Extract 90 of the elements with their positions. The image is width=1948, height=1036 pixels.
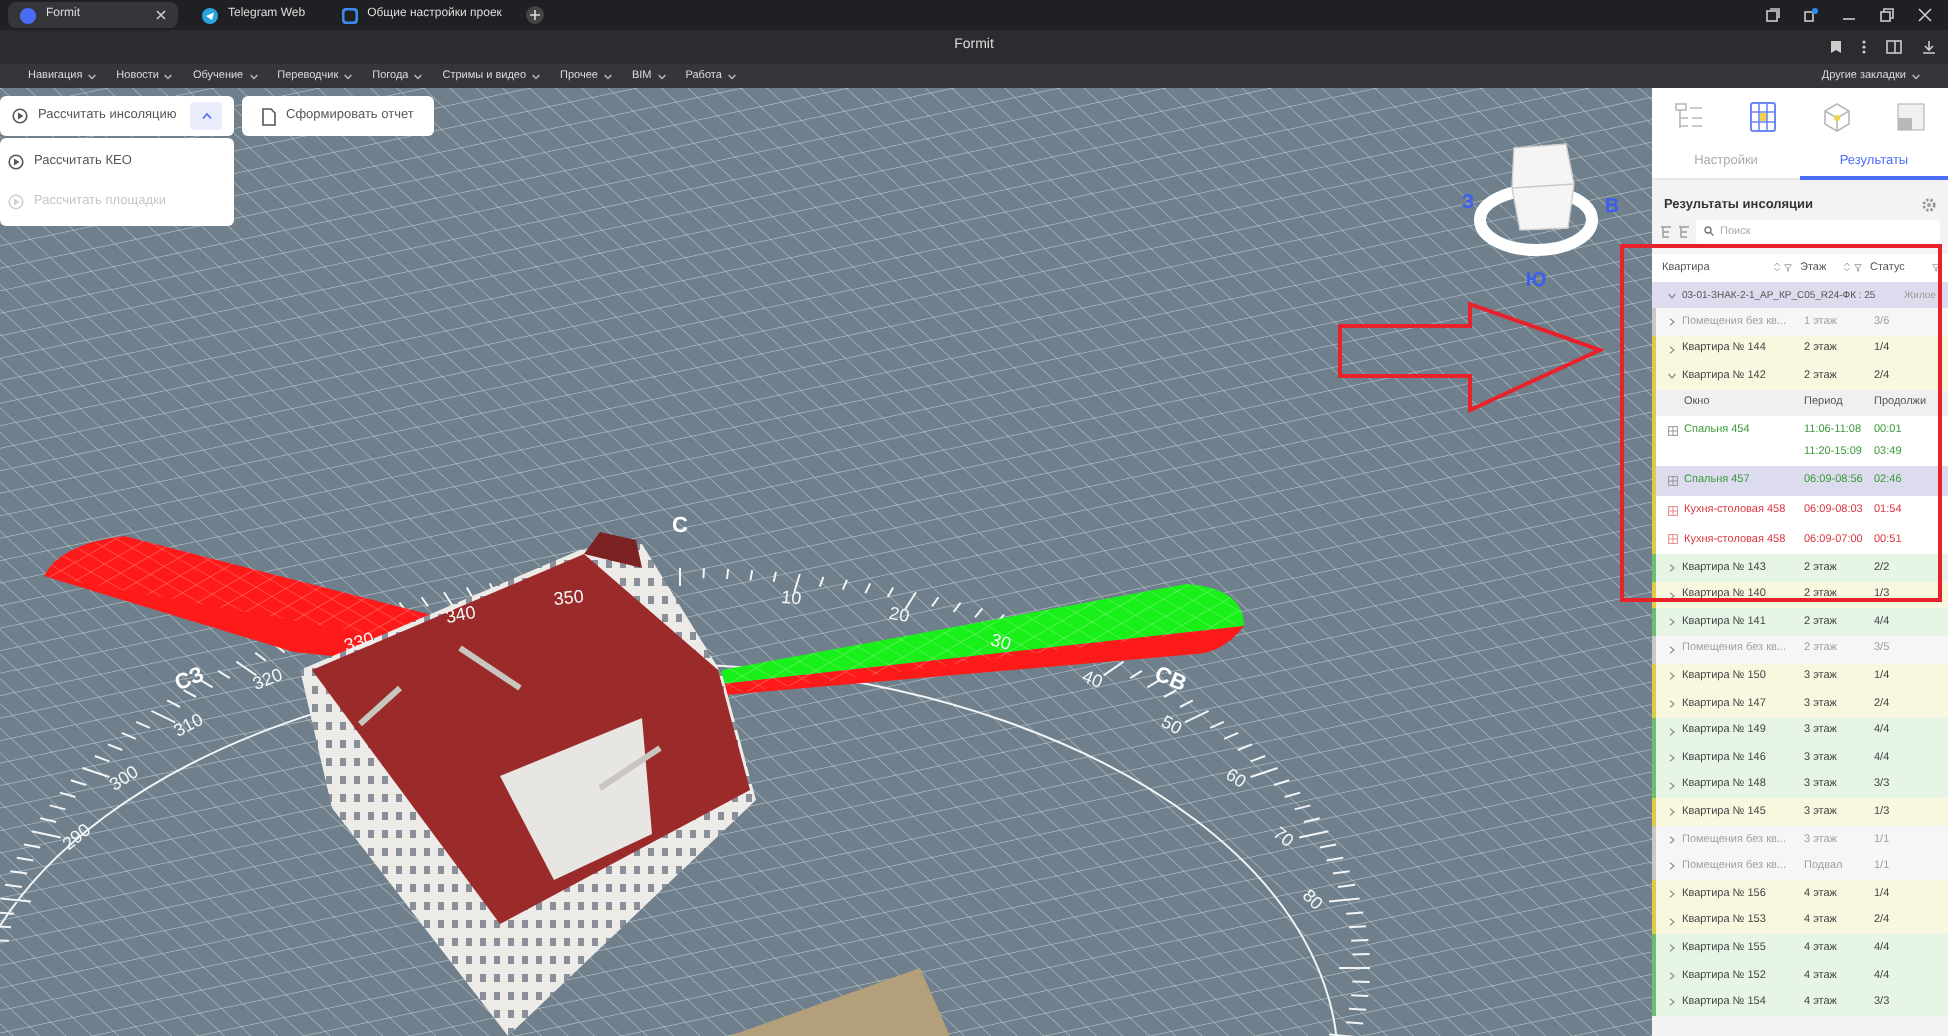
compass-label: 320: [249, 664, 286, 694]
compass-label: 310: [170, 709, 207, 741]
chevron-down-icon[interactable]: [1668, 291, 1676, 300]
compass-label: 10: [780, 586, 803, 609]
chevron-right-icon[interactable]: [1668, 862, 1676, 871]
panel-mode-button[interactable]: [1822, 102, 1852, 132]
chevron-right-icon[interactable]: [1668, 345, 1676, 354]
chevron-right-icon[interactable]: [1668, 618, 1676, 627]
direction-label: СВ: [1151, 662, 1190, 697]
direction-label: СЗ: [171, 662, 208, 697]
chevron-right-icon[interactable]: [1668, 699, 1676, 708]
close-icon[interactable]: [1918, 8, 1932, 22]
chevron-right-icon[interactable]: [1668, 808, 1676, 817]
search-icon: [1704, 226, 1714, 237]
compass-label: 80: [1298, 885, 1327, 914]
filter-icon[interactable]: [1932, 263, 1940, 272]
chevron-right-icon[interactable]: [1668, 591, 1676, 600]
layout-icon: [1896, 102, 1926, 132]
compass-label: 350: [552, 586, 585, 609]
chevron-right-icon[interactable]: [1668, 781, 1676, 790]
chevron-down-icon[interactable]: [1668, 372, 1676, 381]
chevron-right-icon[interactable]: [1668, 563, 1676, 572]
collapse-all-icon[interactable]: [1678, 225, 1690, 238]
chevron-right-icon[interactable]: [1668, 971, 1676, 980]
window-icon: [1668, 534, 1678, 545]
window-icon: [1668, 505, 1678, 516]
chevron-right-icon[interactable]: [1668, 318, 1676, 327]
caret-icon: [249, 73, 258, 79]
close-icon[interactable]: [156, 10, 166, 20]
filter-icon[interactable]: [1854, 263, 1862, 272]
window-icon: [1668, 476, 1678, 487]
chevron-right-icon[interactable]: [1668, 835, 1676, 844]
caret-icon: [1912, 73, 1920, 79]
play-icon: [8, 154, 24, 170]
caret-icon: [88, 73, 97, 79]
panel-mode-button[interactable]: [1674, 102, 1704, 132]
play-icon: [8, 194, 24, 210]
compass-label: 70: [1269, 822, 1298, 851]
caret-icon: [727, 73, 736, 79]
sort-icon[interactable]: [1844, 262, 1850, 273]
caret-up-icon: [201, 112, 211, 120]
tree-icon: [1674, 102, 1704, 132]
chevron-right-icon[interactable]: [1668, 645, 1676, 654]
filter-icon[interactable]: [1784, 263, 1792, 272]
notification-icon[interactable]: [1804, 8, 1818, 22]
compass-label: 50: [1158, 711, 1186, 739]
download-icon[interactable]: [1922, 40, 1936, 54]
sidebar-icon[interactable]: [1886, 40, 1902, 54]
compass-label: 300: [105, 761, 142, 795]
view-cube-label: В: [1604, 196, 1620, 218]
chevron-right-icon[interactable]: [1668, 890, 1676, 899]
copy-icon[interactable]: [1766, 8, 1780, 22]
app-icon: [20, 7, 36, 23]
chevron-right-icon[interactable]: [1668, 917, 1676, 926]
compass-label: 340: [444, 601, 478, 628]
direction-label: С: [672, 514, 688, 538]
view-cube-label: Ю: [1525, 270, 1547, 292]
compass-label: 40: [1079, 666, 1106, 693]
panel-mode-button[interactable]: [1896, 102, 1926, 132]
panel-mode-button[interactable]: [1748, 102, 1778, 132]
compass-label: 330: [341, 628, 377, 656]
dropdown-toggle-button[interactable]: [190, 102, 222, 130]
chevron-right-icon[interactable]: [1668, 754, 1676, 763]
view-cube: [1474, 143, 1598, 256]
cube-icon: [1822, 102, 1852, 132]
plus-icon[interactable]: [525, 6, 544, 24]
document-icon: [262, 107, 276, 125]
caret-icon: [414, 73, 423, 79]
expand-all-icon[interactable]: [1660, 225, 1672, 238]
window-icon: [1668, 425, 1678, 436]
caret-icon: [164, 73, 173, 79]
grid-icon: [1748, 102, 1778, 132]
compass-label: 60: [1222, 764, 1250, 792]
chevron-right-icon[interactable]: [1668, 998, 1676, 1007]
caret-icon: [532, 73, 541, 79]
caret-icon: [344, 73, 353, 79]
view-cube-label: З: [1461, 192, 1475, 214]
sort-icon[interactable]: [1774, 262, 1780, 273]
play-icon: [12, 108, 28, 124]
settings-icon[interactable]: [1922, 198, 1936, 213]
restore-icon[interactable]: [1880, 8, 1894, 22]
compass-label: 20: [887, 602, 912, 627]
compass-label: 30: [988, 629, 1014, 655]
chevron-right-icon[interactable]: [1668, 727, 1676, 735]
chevron-right-icon[interactable]: [1668, 944, 1676, 953]
caret-icon: [603, 73, 612, 79]
paper-plane-icon: [202, 7, 218, 23]
bookmark-icon[interactable]: [1830, 40, 1842, 54]
chevron-right-icon[interactable]: [1668, 672, 1676, 681]
caret-icon: [657, 73, 666, 79]
